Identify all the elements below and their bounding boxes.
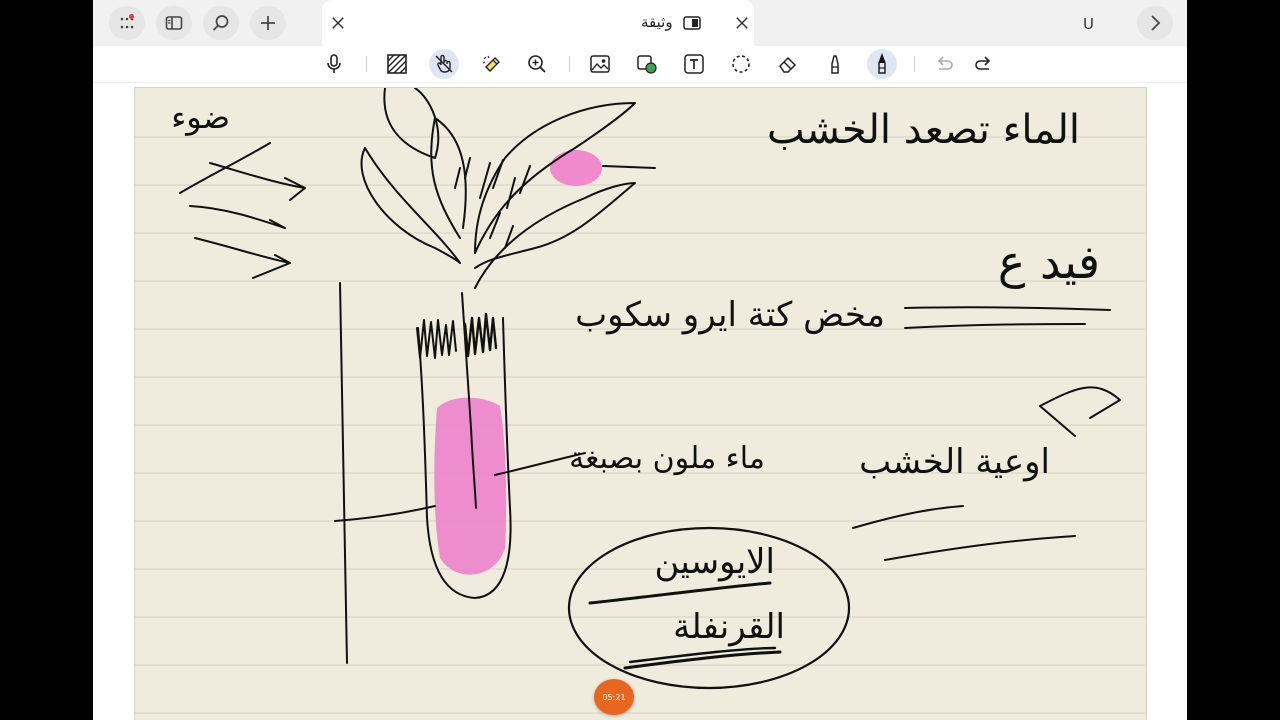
highlighter-button[interactable] <box>476 49 506 79</box>
cotton-plug-right <box>463 312 498 358</box>
text-top-left: ضوء <box>171 98 230 136</box>
close-icon <box>736 17 748 29</box>
light-arrow-3 <box>189 205 286 229</box>
close-tab-right-button[interactable] <box>731 12 753 34</box>
zoom-icon <box>528 55 546 73</box>
underline-4 <box>884 535 1076 561</box>
tab-title: وثيقة <box>641 13 673 31</box>
marker-button[interactable] <box>820 49 850 79</box>
dye-underline-1 <box>588 581 772 605</box>
clamp-arm <box>334 505 436 522</box>
chevron-right-icon <box>1151 15 1161 31</box>
shape-icon <box>637 55 657 74</box>
drawing-toolbar <box>93 46 1187 83</box>
insert-image-button[interactable] <box>585 49 615 79</box>
toolbar-divider <box>569 56 570 72</box>
text-mid-center: مخض كتة ايرو سكوب <box>575 295 885 335</box>
eraser-button[interactable] <box>773 49 803 79</box>
leaf-right-lower <box>474 182 636 289</box>
cotton-plug-left <box>416 319 457 359</box>
close-tab-left-button[interactable] <box>327 12 349 34</box>
text-mid-right: فيد ع <box>998 235 1100 289</box>
document-view-icon <box>683 16 701 30</box>
sidebar-icon <box>165 16 183 30</box>
recording-timer[interactable]: 05:21 <box>594 679 634 715</box>
underline-3 <box>852 505 964 529</box>
handwriting-layer[interactable]: الماء تصعد الخشب ضوء فيد ع مخض كتة ايرو … <box>135 88 1146 720</box>
tab-bar: وثيقة U <box>93 0 1187 46</box>
redo-button[interactable] <box>969 49 999 79</box>
marker-icon <box>831 55 839 74</box>
pen-button[interactable] <box>867 49 897 79</box>
ruled-lines <box>135 136 1146 714</box>
highlighter-eraser-icon <box>482 55 500 72</box>
text-dye-1: الايوسين <box>655 542 776 582</box>
leaf-left-upper <box>383 88 467 239</box>
leaf-stain <box>550 150 602 186</box>
search-button[interactable] <box>203 6 239 40</box>
underline-2 <box>904 323 1086 329</box>
lasso-icon <box>732 55 750 73</box>
grid-icon <box>120 17 134 29</box>
text-tube-label: ماء ملون بصبغة <box>569 441 765 476</box>
undo-icon <box>937 56 953 70</box>
sidebar-toggle-button[interactable] <box>156 6 192 40</box>
apps-grid-button[interactable] <box>109 6 145 40</box>
notification-dot <box>129 14 134 19</box>
underline-1 <box>904 306 1111 311</box>
toolbar-divider <box>366 56 367 72</box>
zoom-button[interactable] <box>522 49 552 79</box>
stain-pointer <box>602 165 656 169</box>
paper-pattern-button[interactable] <box>382 49 412 79</box>
plus-icon <box>261 16 275 30</box>
text-top-right: الماء تصعد الخشب <box>767 107 1080 153</box>
lasso-button[interactable] <box>726 49 756 79</box>
pen-icon <box>878 53 886 74</box>
close-icon <box>332 17 344 29</box>
user-initial[interactable]: U <box>1083 15 1094 33</box>
search-icon <box>213 15 229 31</box>
new-tab-button[interactable] <box>250 6 286 40</box>
hand-touch-icon <box>435 54 453 73</box>
redo-icon <box>975 56 991 70</box>
text-dye-2: القرنفلة <box>673 607 785 647</box>
text-button[interactable] <box>679 49 709 79</box>
app-window: وثيقة U الماء تصعد الخشب ضوء فيد ع مخض ك… <box>93 0 1187 720</box>
leaf-left-lower <box>360 147 461 264</box>
undo-button[interactable] <box>929 49 959 79</box>
note-canvas[interactable]: الماء تصعد الخشب ضوء فيد ع مخض كتة ايرو … <box>134 87 1147 720</box>
eraser-icon <box>779 56 797 73</box>
forward-button[interactable] <box>1137 6 1173 40</box>
shape-button[interactable] <box>632 49 662 79</box>
arrow-vessels <box>1039 386 1121 437</box>
text-icon <box>684 54 704 74</box>
toolbar-divider <box>914 56 915 72</box>
pattern-icon <box>387 54 407 74</box>
touch-draw-button[interactable] <box>429 49 459 79</box>
light-arrow-4 <box>194 237 291 279</box>
image-icon <box>590 55 610 73</box>
microphone-icon <box>327 54 341 73</box>
text-right-note: اوعية الخشب <box>859 442 1050 482</box>
microphone-button[interactable] <box>319 49 349 79</box>
